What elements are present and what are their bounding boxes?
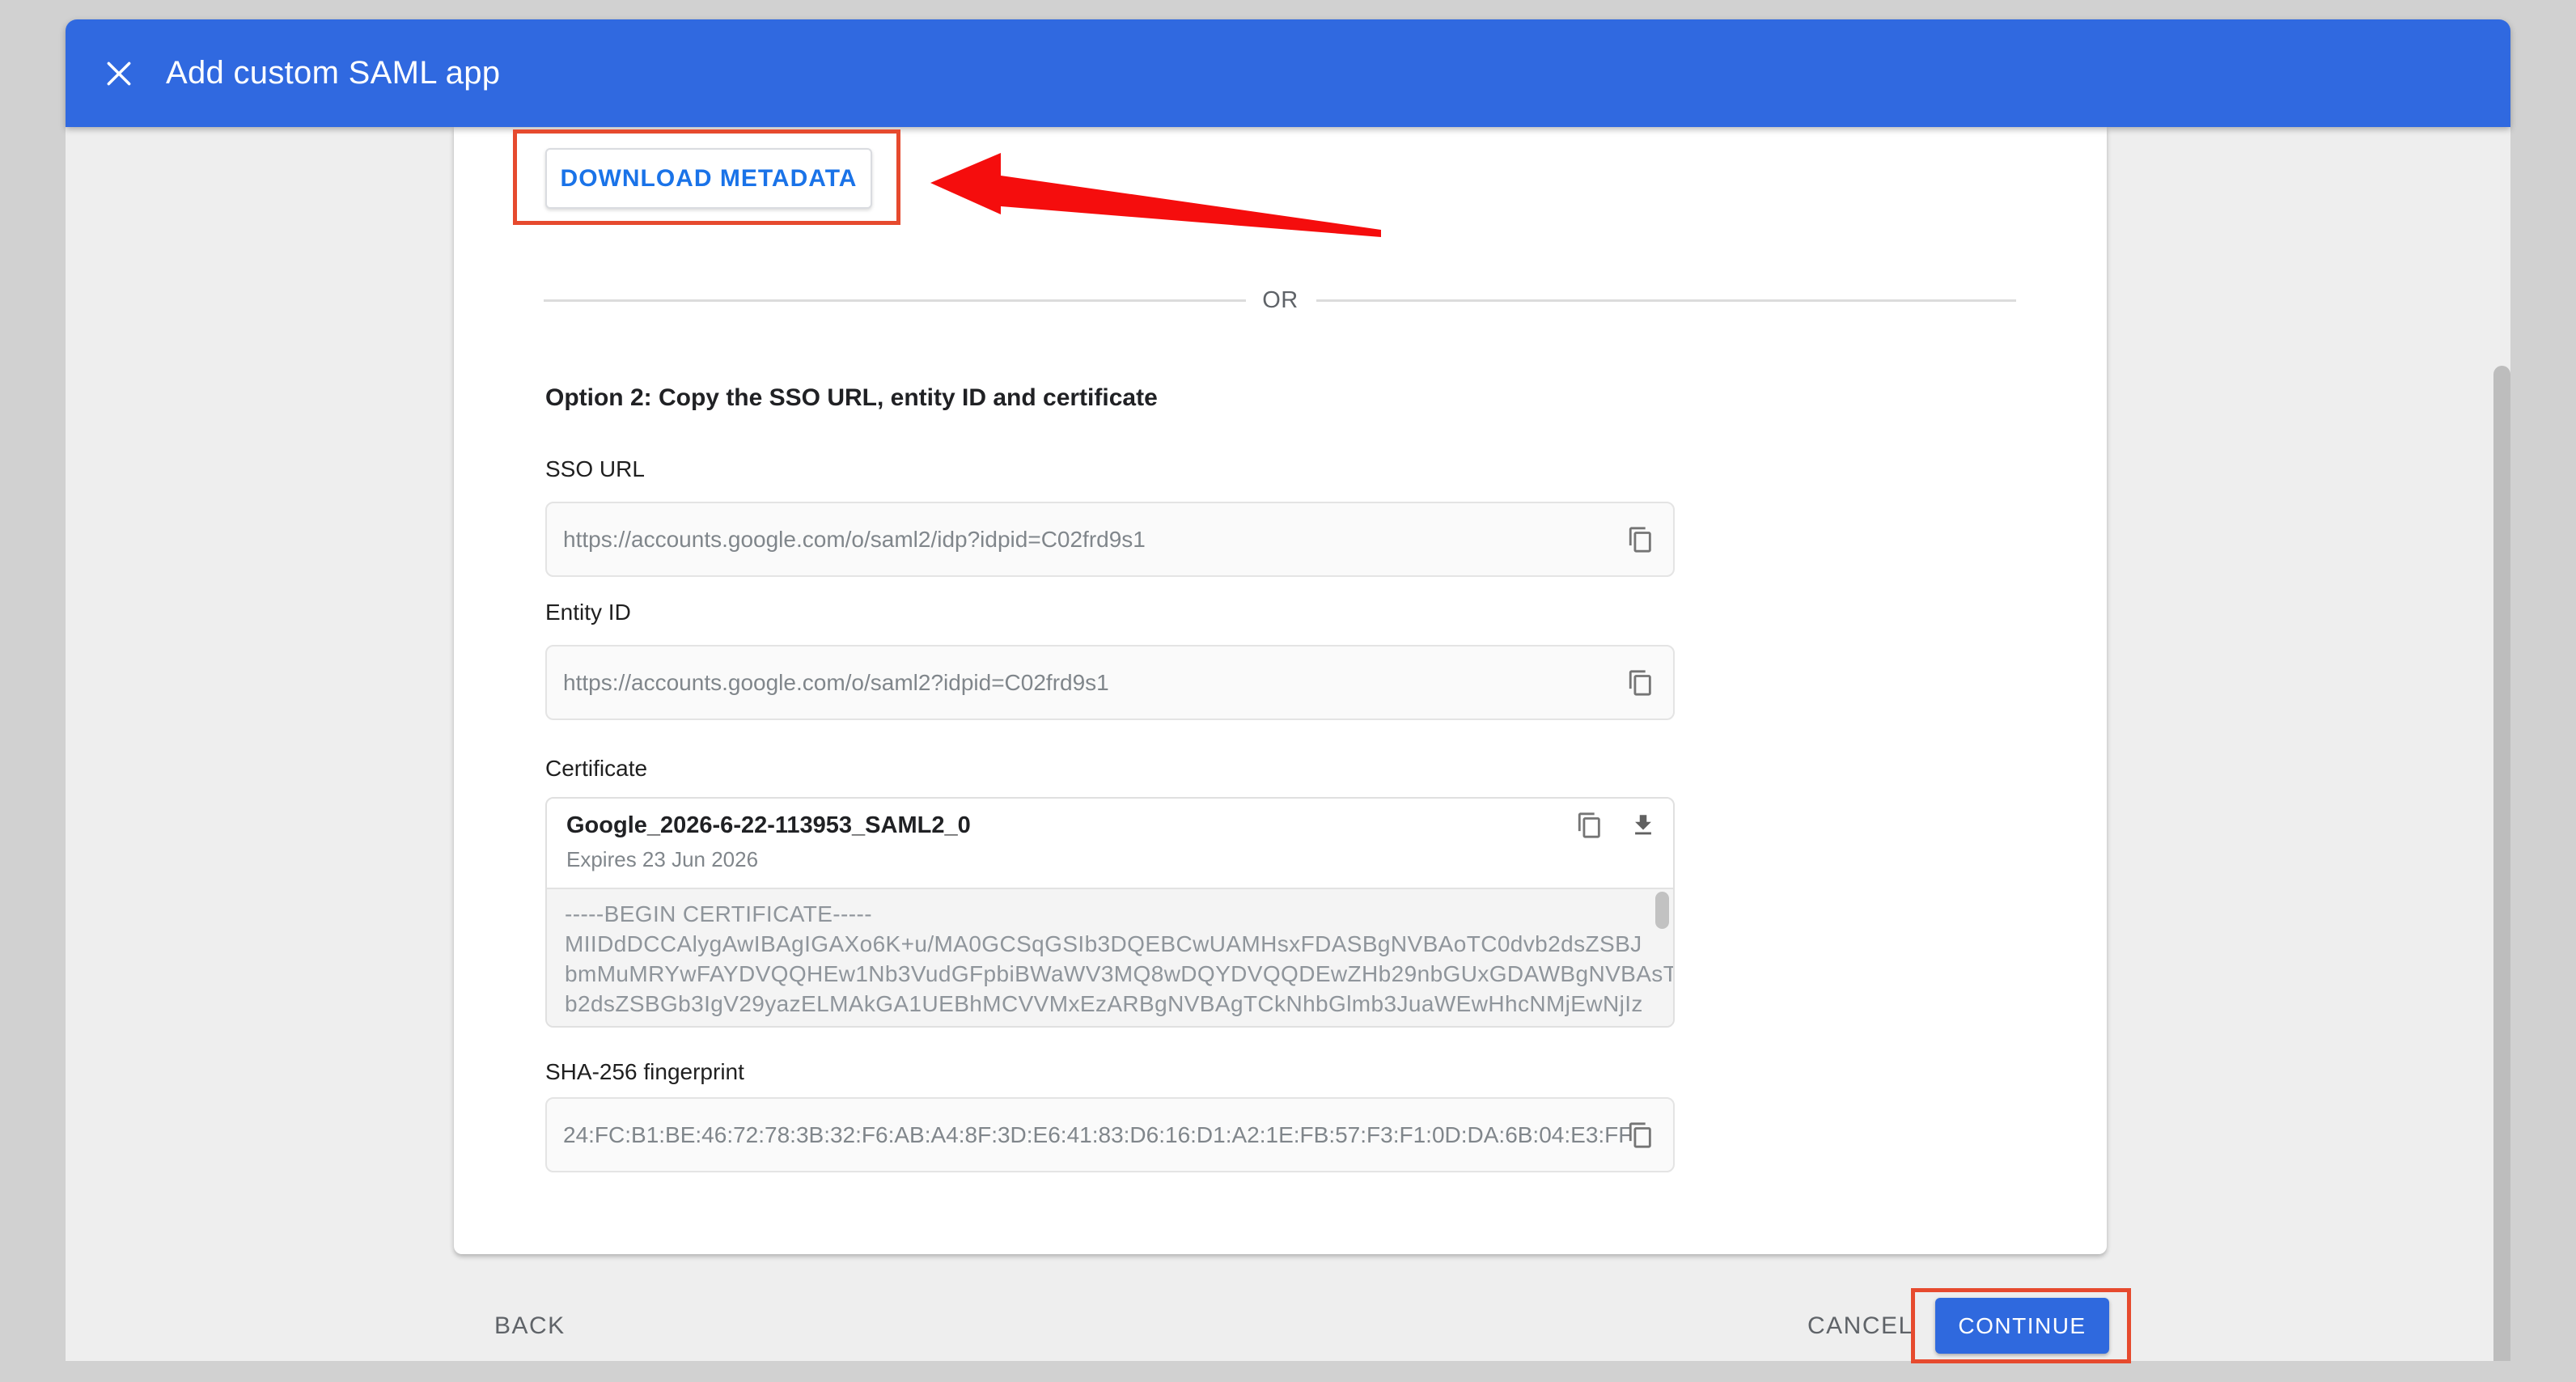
certificate-body-line: -----BEGIN CERTIFICATE----- (565, 899, 1673, 929)
certificate-body-line: b2dsZSBGb3IgV29yazELMAkGA1UEBhMCVVMxEzAR… (565, 989, 1673, 1019)
certificate-body-line: bmMuMRYwFAYDVQQHEw1Nb3VudGFpbiBWaWV3MQ8w… (565, 959, 1673, 989)
dialog-header: Add custom SAML app (66, 19, 2510, 127)
certificate-card: Google_2026-6-22-113953_SAML2_0 Expires … (545, 797, 1675, 1028)
copy-icon (1627, 669, 1654, 697)
download-metadata-button[interactable]: DOWNLOAD METADATA (545, 148, 872, 209)
sha256-copy-button[interactable] (1626, 1121, 1655, 1150)
or-divider-line-left (544, 299, 1246, 302)
screen: Add custom SAML app DOWNLOAD METADATA OR… (0, 0, 2576, 1382)
copy-icon (1627, 1121, 1654, 1149)
entity-id-label: Entity ID (545, 600, 631, 625)
copy-icon (1576, 812, 1604, 839)
download-icon (1629, 812, 1657, 839)
certificate-body-scroll-area[interactable]: -----BEGIN CERTIFICATE----- MIIDdDCCAlyg… (547, 889, 1673, 1026)
sso-url-value: https://accounts.google.com/o/saml2/idp?… (563, 527, 1146, 553)
certificate-expiry: Expires 23 Jun 2026 (566, 847, 758, 872)
certificate-name: Google_2026-6-22-113953_SAML2_0 (566, 812, 971, 839)
or-divider-line-right (1316, 299, 2016, 302)
sso-url-label: SSO URL (545, 456, 645, 482)
or-divider-label: OR (1238, 287, 1323, 314)
sha256-fingerprint-label: SHA-256 fingerprint (545, 1059, 744, 1085)
close-icon (104, 58, 134, 89)
copy-icon (1627, 526, 1654, 553)
sha256-fingerprint-field: 24:FC:B1:BE:46:72:78:3B:32:F6:AB:A4:8F:3… (545, 1097, 1675, 1172)
sso-url-copy-button[interactable] (1626, 525, 1655, 554)
page-scrollbar-thumb[interactable] (2493, 366, 2510, 1361)
certificate-download-button[interactable] (1629, 812, 1657, 839)
add-custom-saml-app-dialog: Add custom SAML app DOWNLOAD METADATA OR… (66, 19, 2510, 1361)
close-button[interactable] (101, 56, 137, 91)
cancel-button[interactable]: CANCEL (1807, 1312, 1913, 1340)
certificate-body-line: MIIDdDCCAlygAwIBAgIGAXo6K+u/MA0GCSqGSIb3… (565, 929, 1673, 959)
continue-button[interactable]: CONTINUE (1935, 1298, 2109, 1354)
dialog-title: Add custom SAML app (166, 55, 500, 91)
entity-id-copy-button[interactable] (1626, 668, 1655, 697)
option2-heading: Option 2: Copy the SSO URL, entity ID an… (545, 384, 1158, 412)
sha256-fingerprint-value: 24:FC:B1:BE:46:72:78:3B:32:F6:AB:A4:8F:3… (563, 1122, 1632, 1148)
certificate-scrollbar-thumb[interactable] (1655, 892, 1669, 929)
content-card: DOWNLOAD METADATA OR Option 2: Copy the … (454, 127, 2107, 1254)
certificate-copy-button[interactable] (1576, 812, 1604, 839)
certificate-label: Certificate (545, 756, 647, 782)
back-button[interactable]: BACK (494, 1312, 566, 1340)
entity-id-field: https://accounts.google.com/o/saml2?idpi… (545, 645, 1675, 720)
sso-url-field: https://accounts.google.com/o/saml2/idp?… (545, 502, 1675, 577)
entity-id-value: https://accounts.google.com/o/saml2?idpi… (563, 670, 1109, 696)
